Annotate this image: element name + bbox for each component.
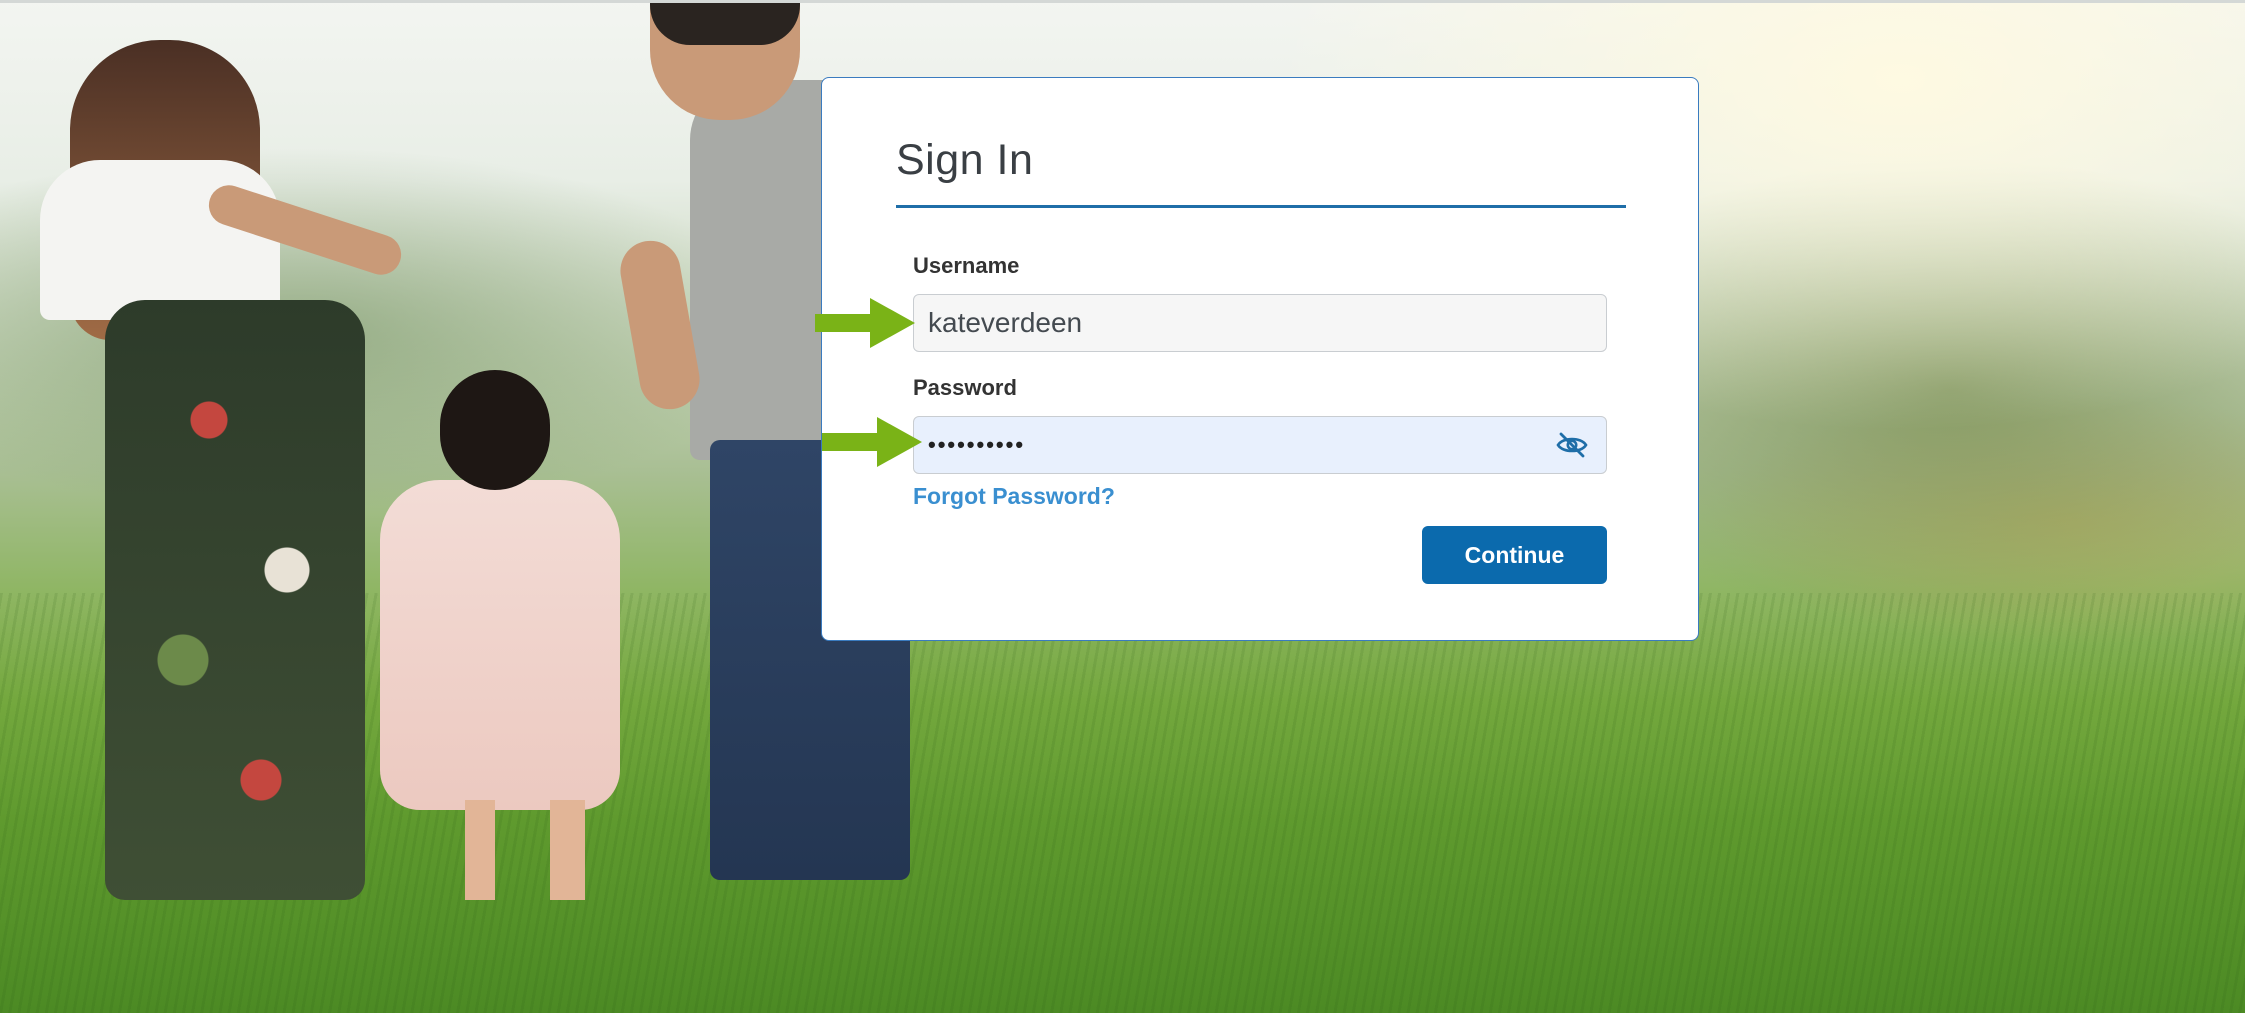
- top-border: [0, 0, 2245, 3]
- username-input[interactable]: [913, 294, 1607, 352]
- forgot-password-link[interactable]: Forgot Password?: [913, 483, 1115, 510]
- background-woman-top: [40, 160, 280, 320]
- username-label: Username: [913, 253, 1020, 278]
- background-girl-legs: [465, 800, 585, 900]
- continue-button[interactable]: Continue: [1422, 526, 1607, 584]
- login-page: Sign In Username Password Forgot Passwor…: [0, 0, 2245, 1013]
- title-divider: [896, 205, 1626, 208]
- page-title: Sign In: [896, 136, 1034, 184]
- background-woman-dress: [105, 300, 365, 900]
- sign-in-card: Sign In Username Password Forgot Passwor…: [821, 77, 1699, 641]
- password-input[interactable]: [913, 416, 1607, 474]
- arrow-right-icon: [815, 298, 915, 348]
- background-man-hair: [650, 0, 800, 45]
- background-girl-hair: [440, 370, 550, 490]
- eye-slash-icon-graphic: [1556, 432, 1588, 458]
- eye-slash-icon[interactable]: [1552, 428, 1592, 462]
- password-label: Password: [913, 375, 1017, 400]
- arrow-right-icon: [822, 417, 922, 467]
- background-girl-dress: [380, 480, 620, 810]
